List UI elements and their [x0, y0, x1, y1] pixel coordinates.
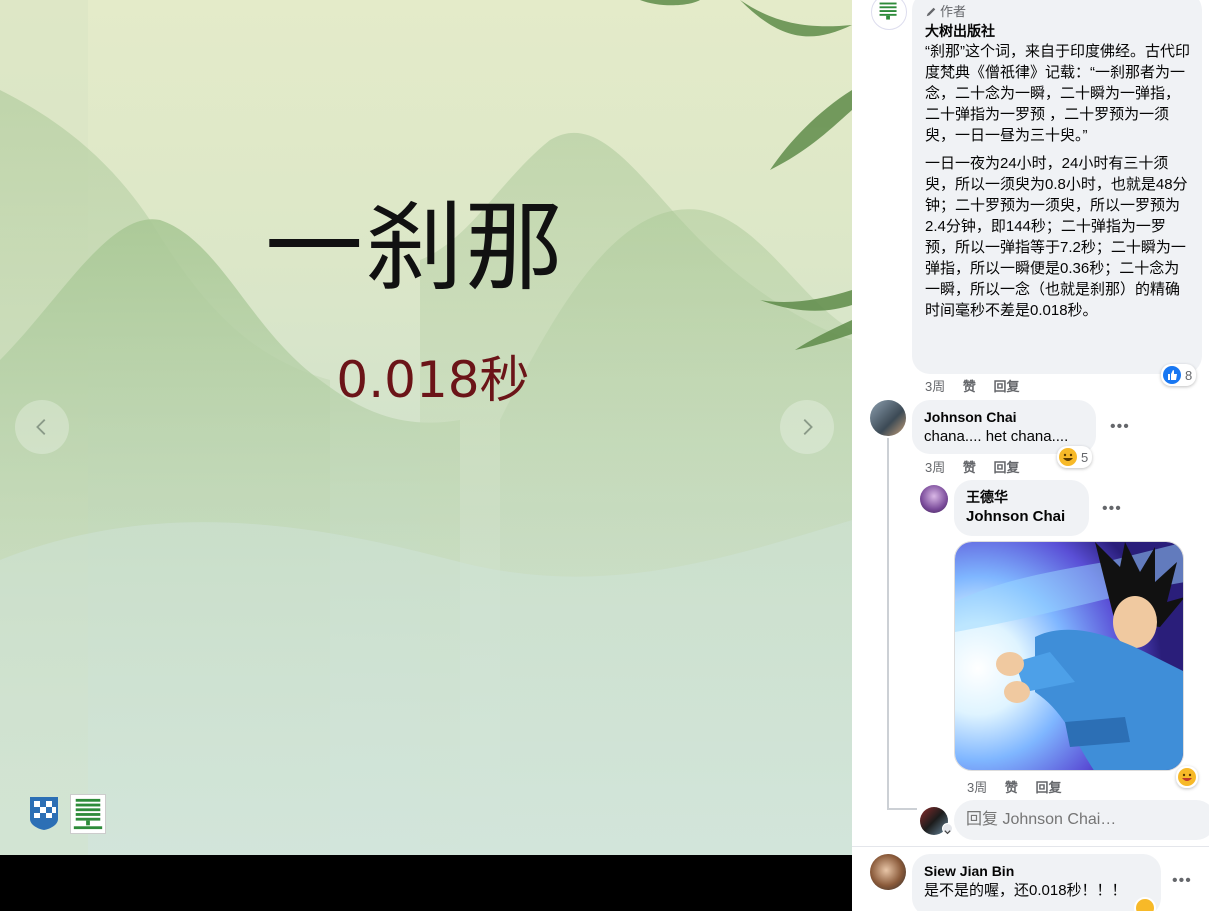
thread-line — [887, 808, 917, 810]
photo-viewer: 一刹那 0.018秒 — [0, 0, 852, 911]
comment-time[interactable]: 3周 — [925, 379, 945, 394]
commenter-avatar[interactable] — [870, 854, 906, 890]
reply-button[interactable]: 回复 — [994, 379, 1020, 394]
reply-options-button[interactable]: ••• — [1102, 500, 1122, 518]
replier-name[interactable]: 王德华 — [966, 488, 1077, 506]
slide-subtitle: 0.018秒 — [336, 351, 530, 409]
haha-reaction-icon — [1178, 768, 1196, 786]
previous-photo-button[interactable] — [15, 400, 69, 454]
comments-panel: 作者 大树出版社 “刹那”这个词，来自于印度佛经。古代印度梵典《僧祇律》记载：“… — [852, 0, 1209, 911]
thread-line — [887, 488, 889, 810]
reaction-summary[interactable]: 5 — [1057, 446, 1093, 468]
anime-kamehameha-gif — [955, 542, 1183, 770]
next-photo-button[interactable] — [780, 400, 834, 454]
reply-time[interactable]: 3周 — [967, 780, 987, 795]
reply-input[interactable] — [954, 800, 1209, 840]
author-comment-bubble: 作者 大树出版社 “刹那”这个词，来自于印度佛经。古代印度梵典《僧祇律》记载：“… — [912, 0, 1202, 374]
pencil-icon — [926, 7, 936, 17]
mountain-landscape — [0, 0, 852, 855]
commenter-avatar[interactable] — [870, 400, 906, 436]
slide-title: 一刹那 — [264, 191, 565, 305]
comment-text: chana.... het chana.... — [924, 428, 1069, 445]
comment-options-button[interactable]: ••• — [1110, 418, 1130, 436]
author-badge: 作者 — [925, 4, 1190, 20]
reaction-summary[interactable]: 8 — [1161, 364, 1197, 386]
haha-reaction-icon — [1059, 448, 1077, 466]
replier-avatar[interactable] — [920, 485, 948, 513]
comment-actions: 3周 赞 回复 — [925, 457, 1034, 476]
like-reaction-icon — [1163, 366, 1181, 384]
author-comment-actions: 3周 赞 回复 — [925, 376, 1034, 395]
gif-image[interactable] — [954, 541, 1184, 771]
reply-actions: 3周 赞 回复 — [967, 777, 1076, 796]
like-button[interactable]: 赞 — [1005, 780, 1018, 795]
reply-button[interactable]: 回复 — [1036, 780, 1062, 795]
author-name[interactable]: 大树出版社 — [925, 22, 1190, 40]
mention-tag[interactable]: Johnson Chai — [966, 506, 1077, 528]
commenter-name[interactable]: Siew Jian Bin — [924, 862, 1149, 880]
publisher-logo-blue — [30, 797, 58, 830]
slide-image: 一刹那 0.018秒 — [0, 0, 852, 855]
publisher-logo-icon — [879, 2, 897, 20]
comment-text-paragraph-1: “刹那”这个词，来自于印度佛经。古代印度梵典《僧祇律》记载：“一刹那者为一念，二… — [925, 43, 1190, 144]
like-button[interactable]: 赞 — [963, 460, 976, 475]
chevron-left-icon — [36, 419, 46, 435]
reaction-count: 8 — [1185, 367, 1193, 383]
publisher-logo-green — [70, 794, 106, 834]
avatar-dropdown-chevron[interactable] — [942, 823, 953, 835]
thread-line — [887, 438, 889, 490]
author-badge-label: 作者 — [940, 4, 967, 19]
author-avatar[interactable] — [871, 0, 907, 30]
comment-text: 是不是的喔，还0.018秒！！！ — [924, 882, 1127, 899]
like-button[interactable]: 赞 — [963, 379, 976, 394]
reply-bubble: 王德华 Johnson Chai — [954, 480, 1089, 536]
comment-options-button[interactable]: ••• — [1172, 872, 1192, 890]
reaction-summary[interactable] — [1176, 766, 1198, 788]
haha-reaction-icon[interactable] — [1136, 899, 1154, 911]
comment-time[interactable]: 3周 — [925, 460, 945, 475]
divider — [852, 846, 1209, 847]
reaction-count: 5 — [1081, 449, 1089, 465]
chevron-down-icon — [944, 830, 951, 835]
commenter-name[interactable]: Johnson Chai — [924, 408, 1084, 426]
chevron-right-icon — [803, 419, 813, 435]
comment-text-paragraph-2: 一日一夜为24小时，24小时有三十须臾，所以一须臾为0.8小时，也就是48分钟；… — [925, 155, 1188, 319]
reply-button[interactable]: 回复 — [994, 460, 1020, 475]
comment-bubble: Siew Jian Bin 是不是的喔，还0.018秒！！！ — [912, 854, 1161, 911]
